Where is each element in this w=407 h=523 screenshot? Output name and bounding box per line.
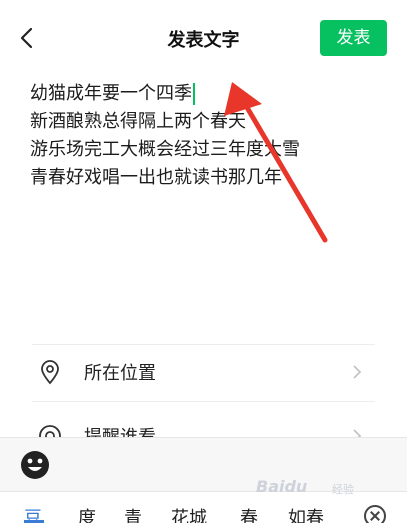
location-pin-icon — [41, 360, 59, 385]
publish-button[interactable]: 发表 — [320, 20, 387, 56]
close-candidates-icon[interactable] — [364, 505, 386, 523]
text-line-3: 游乐场完工大概会经过三年度大雪 — [30, 139, 300, 160]
candidate-5[interactable]: 春 — [240, 504, 258, 523]
text-cursor — [193, 83, 195, 105]
chevron-right-icon — [353, 429, 362, 437]
watermark: Baidu 经验 — [248, 474, 398, 500]
top-bar: 发表文字 发表 — [0, 0, 407, 78]
option-remind-label: 提醒谁看 — [84, 423, 156, 437]
option-location-label: 所在位置 — [84, 363, 156, 384]
text-line-4: 青春好戏唱一出也就读书那几年 — [30, 167, 282, 188]
candidate-6[interactable]: 如春 — [288, 504, 324, 523]
watermark-sub: 经验 — [332, 483, 354, 496]
option-remind[interactable]: 提醒谁看 — [32, 409, 375, 437]
candidate-4[interactable]: 花城 — [171, 504, 207, 523]
at-icon — [39, 425, 61, 437]
text-line-1: 幼猫成年要一个四季 — [30, 80, 380, 108]
candidate-2[interactable]: 度 — [78, 504, 96, 523]
candidate-3[interactable]: 青 — [124, 504, 142, 523]
chevron-right-icon — [353, 365, 362, 379]
text-line-2: 新酒酿熟总得隔上两个春天 — [30, 111, 246, 132]
divider — [32, 401, 375, 402]
emoji-icon[interactable] — [20, 450, 50, 480]
watermark-text: Baidu — [256, 477, 308, 496]
option-location[interactable]: 所在位置 — [32, 345, 375, 401]
post-text-area[interactable]: 幼猫成年要一个四季 新酒酿熟总得隔上两个春天 游乐场完工大概会经过三年度大雪 青… — [30, 80, 380, 192]
